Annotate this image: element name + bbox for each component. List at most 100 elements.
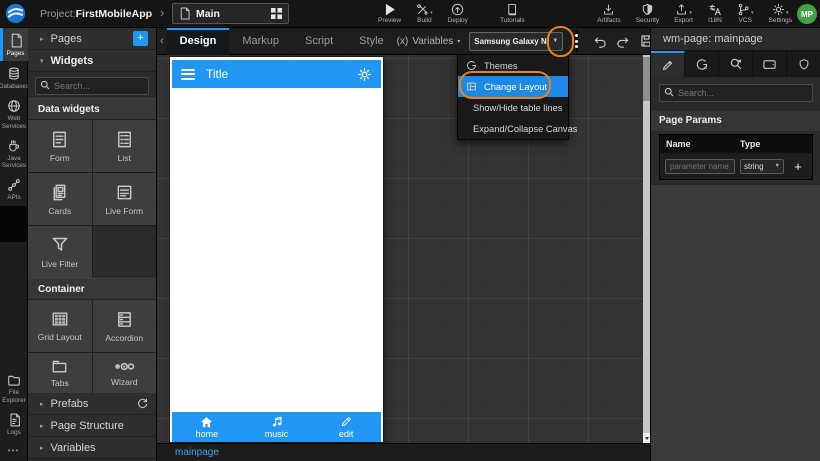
build-button[interactable]: ▾ Build	[416, 3, 433, 24]
properties-search-input[interactable]	[659, 84, 813, 102]
page-selector[interactable]: Main	[172, 3, 289, 24]
phone-bottom-nav-widget[interactable]: home music edit	[172, 412, 381, 442]
sidebar-item-apis[interactable]: APIs	[0, 173, 28, 205]
widget-tile-tabs[interactable]: Tabs	[28, 353, 92, 393]
sidebar-item-databases[interactable]: Databases	[0, 61, 28, 94]
nav-item-music[interactable]: music	[242, 412, 312, 442]
sidebar-item-web-services[interactable]: Web Services	[0, 94, 28, 133]
tab-security-shield[interactable]	[787, 51, 820, 77]
widget-tile-accordion[interactable]: Accordion	[93, 300, 157, 352]
home-icon	[200, 416, 213, 428]
canvas-scrollbar[interactable]	[643, 55, 650, 443]
container-header: Container	[28, 278, 156, 300]
select-caret-icon: ▼	[775, 163, 780, 169]
param-type-select[interactable]: string ▼	[740, 159, 784, 174]
canvas-options-kebab-button[interactable]	[575, 30, 578, 52]
export-button[interactable]: ▾ Export	[674, 3, 693, 24]
param-name-input[interactable]	[665, 159, 735, 174]
widget-tile-wizard[interactable]: Wizard	[93, 353, 157, 393]
properties-search	[659, 83, 813, 101]
variables-section-header[interactable]: ▸ Variables	[28, 437, 156, 459]
change-layout-icon	[466, 81, 477, 92]
artifacts-button[interactable]: Artifacts	[597, 3, 620, 24]
caret-down-icon: ▾	[786, 11, 789, 16]
collapse-left-panel-button[interactable]: ‹	[157, 35, 167, 47]
tab-script[interactable]: Script	[292, 28, 346, 55]
variables-icon: (x)	[397, 36, 409, 47]
tab-events[interactable]	[719, 51, 753, 77]
widgets-section-header[interactable]: ▾ Widgets	[28, 50, 156, 72]
gear-icon[interactable]	[357, 67, 372, 82]
caret-down-icon: ▾	[40, 57, 44, 65]
tab-markup[interactable]: Markup	[229, 28, 292, 55]
widget-search-input[interactable]	[35, 77, 149, 95]
caret-down-icon: ▾	[457, 38, 460, 45]
themes-icon	[466, 60, 477, 71]
undo-button[interactable]	[592, 35, 607, 48]
tab-style[interactable]: Style	[346, 28, 396, 55]
shield-outline-icon	[798, 58, 810, 71]
caret-right-icon: ▸	[40, 35, 44, 43]
device-selector[interactable]: Samsung Galaxy Note III ▼	[469, 32, 563, 51]
widget-tile-live-filter[interactable]: Live Filter	[28, 226, 92, 278]
sidebar-item-java-services[interactable]: Java Services	[0, 134, 28, 173]
scrollbar-thumb[interactable]	[643, 57, 650, 101]
page-tabs-bar: mainpage	[157, 443, 650, 461]
deploy-button[interactable]: Deploy	[448, 3, 468, 24]
tab-design[interactable]: Design	[167, 28, 230, 55]
prefabs-section-header[interactable]: ▸ Prefabs	[28, 393, 156, 415]
strip-divider	[0, 206, 28, 242]
add-page-button[interactable]: +	[133, 31, 148, 46]
i18n-button[interactable]: I18N	[708, 3, 722, 24]
menu-item-table-lines[interactable]: Show/Hide table lines	[458, 97, 568, 118]
select-caret-icon: ▼	[552, 38, 558, 44]
page-structure-section-header[interactable]: ▸ Page Structure	[28, 415, 156, 437]
nav-item-edit[interactable]: edit	[311, 412, 381, 442]
settings-button[interactable]: ▾ Settings	[769, 3, 793, 24]
left-nav-strip: Pages Databases Web Services Java Servic…	[0, 28, 28, 461]
tutorials-button[interactable]: Tutorials	[500, 3, 525, 24]
menu-item-expand-canvas[interactable]: Expand/Collapse Canvas	[458, 118, 568, 139]
widget-tile-list[interactable]: List	[93, 120, 157, 172]
widget-tile-grid-layout[interactable]: Grid Layout	[28, 300, 92, 352]
user-avatar[interactable]: MP	[797, 4, 817, 24]
sidebar-item-logs[interactable]: Logs	[0, 408, 28, 440]
widget-tile-live-form[interactable]: Live Form	[93, 173, 157, 225]
redo-button[interactable]	[616, 35, 631, 48]
nav-item-home[interactable]: home	[172, 412, 242, 442]
hamburger-menu-icon[interactable]	[181, 69, 195, 80]
page-tab-mainpage[interactable]: mainpage	[175, 447, 219, 458]
sidebar-item-file-explorer[interactable]: File Explorer	[0, 369, 28, 407]
add-param-button[interactable]: +	[784, 159, 812, 174]
caret-right-icon: ▸	[40, 400, 44, 408]
more-options-icon[interactable]: •••	[0, 440, 27, 461]
phone-preview[interactable]: Title home music edit	[170, 57, 383, 442]
page-params-header: Page Params	[651, 111, 820, 131]
tab-properties[interactable]	[651, 51, 685, 77]
topbar-left-actions: Preview ▾ Build Deploy	[378, 3, 468, 24]
widget-tile-form[interactable]: Form	[28, 120, 92, 172]
tab-styles[interactable]	[685, 51, 719, 77]
security-button[interactable]: Security	[636, 3, 659, 24]
refresh-icon[interactable]	[137, 398, 148, 409]
widgets-panel: ▸ Pages + ▾ Widgets Data widgets Form Li…	[28, 28, 157, 461]
variables-dropdown[interactable]: (x) Variables ▾	[397, 36, 461, 47]
search-icon	[40, 80, 50, 90]
phone-header-widget[interactable]: Title	[172, 60, 381, 88]
caret-right-icon: ▸	[40, 422, 44, 430]
menu-item-change-layout[interactable]: Change Layout	[458, 76, 568, 97]
caret-down-icon: ▾	[751, 11, 754, 16]
scrollbar-down-button[interactable]	[643, 433, 650, 443]
pages-section-header[interactable]: ▸ Pages +	[28, 28, 156, 50]
grid-view-icon[interactable]	[271, 8, 282, 19]
sidebar-item-pages[interactable]: Pages	[0, 28, 28, 61]
vcs-button[interactable]: ▾ VCS	[737, 3, 754, 24]
panel-empty-area	[651, 185, 820, 461]
tab-device[interactable]	[753, 51, 787, 77]
widget-tile-cards[interactable]: Cards	[28, 173, 92, 225]
palette-icon	[695, 58, 709, 71]
preview-button[interactable]: Preview	[378, 3, 401, 24]
data-widgets-header: Data widgets	[28, 98, 156, 120]
properties-panel: wm-page: mainpage Page Params	[650, 28, 820, 461]
menu-item-themes[interactable]: Themes	[458, 55, 568, 76]
